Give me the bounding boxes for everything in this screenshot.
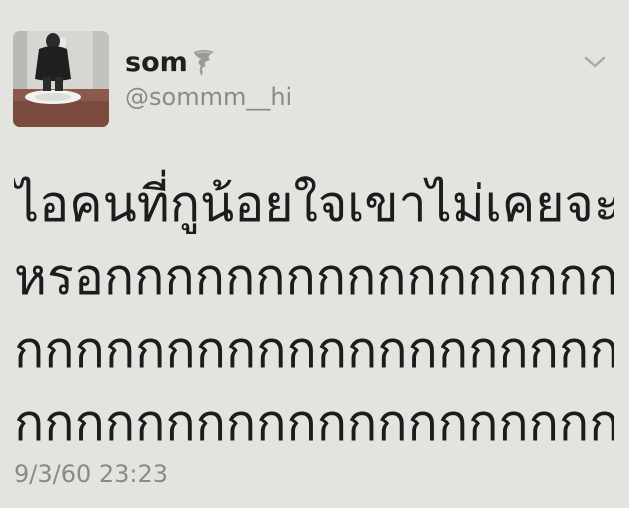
chevron-down-icon[interactable] [583, 52, 607, 72]
avatar[interactable] [13, 31, 109, 127]
tweet-text-line: กกกกกกกกกกกกกกกกกกกกก [14, 321, 614, 379]
display-name[interactable]: som [125, 46, 216, 80]
avatar-photo [13, 31, 109, 127]
tweet-text-line: หรอกกกกกกกกกกกกกกกกกก [14, 248, 614, 306]
timestamp[interactable]: 9/3/60 23:23 [14, 459, 168, 489]
display-name-text: som [125, 47, 188, 78]
tweet-text-line: ไอคนที่กูน้อยใจเขาไม่เคยจะรู้ [14, 175, 614, 233]
tornado-icon [193, 50, 214, 77]
tweet-text: ไอคนที่กูน้อยใจเขาไม่เคยจะรู้ หรอกกกกกกก… [14, 168, 614, 460]
tweet-text-line: กกกกกกกกกกกกกกกกกกกก [14, 394, 614, 452]
tweet-card: som @sommm__hi ไอคนที่กูน้อยใจเขาไม่เคยจ… [0, 0, 629, 508]
username[interactable]: @sommm__hi [125, 82, 292, 112]
